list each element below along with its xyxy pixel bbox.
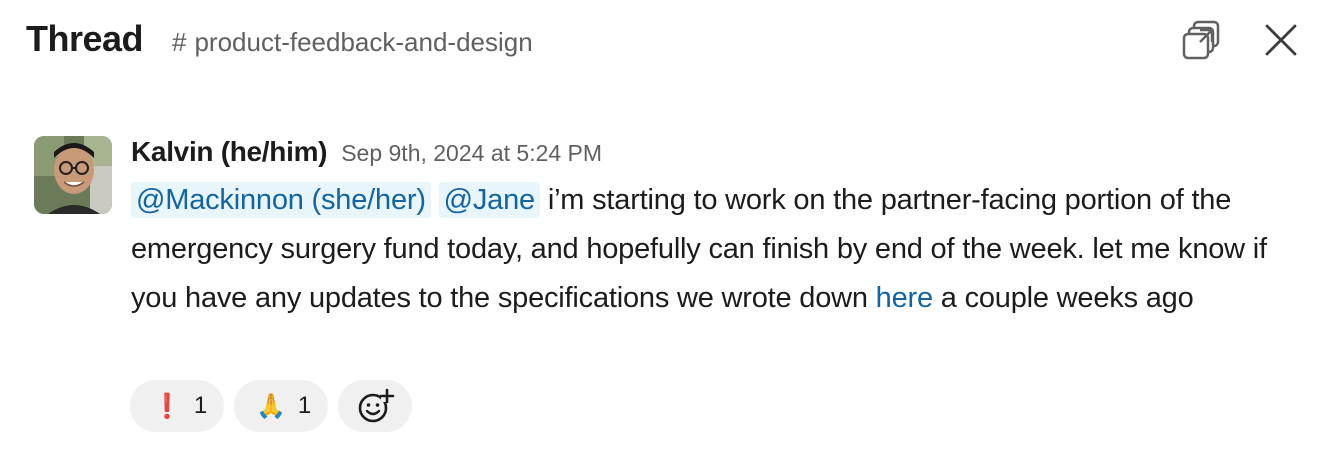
reaction-folded-hands[interactable]: 🙏 1	[234, 380, 328, 432]
exclamation-emoji-icon: ❗	[152, 392, 182, 420]
folded-hands-emoji-icon: 🙏	[256, 392, 286, 420]
thread-header: Thread # product-feedback-and-design	[0, 0, 1328, 84]
avatar-photo-icon	[34, 136, 112, 214]
avatar[interactable]	[34, 136, 112, 214]
close-icon	[1265, 24, 1297, 56]
reaction-exclamation[interactable]: ❗ 1	[130, 380, 224, 432]
channel-name: product-feedback-and-design	[194, 27, 533, 57]
message-header: Kalvin (he/him) Sep 9th, 2024 at 5:24 PM	[131, 136, 602, 168]
add-reaction-button[interactable]	[338, 380, 412, 432]
author-name[interactable]: Kalvin (he/him)	[131, 136, 328, 167]
mention-mackinnon[interactable]: @Mackinnon (she/her)	[131, 182, 431, 218]
message-link[interactable]: here	[876, 282, 933, 314]
channel-link[interactable]: # product-feedback-and-design	[172, 26, 533, 58]
popout-button[interactable]	[1178, 16, 1226, 64]
reaction-count: 1	[193, 392, 208, 419]
close-button[interactable]	[1257, 16, 1305, 64]
popout-icon	[1182, 20, 1220, 60]
channel-hash-icon: #	[172, 27, 187, 57]
thread-title: Thread	[26, 18, 144, 59]
reaction-count: 1	[297, 392, 312, 419]
mention-jane[interactable]: @Jane	[438, 182, 540, 218]
message-body: @Mackinnon (she/her) @Jane i’m starting …	[131, 176, 1311, 323]
message-timestamp[interactable]: Sep 9th, 2024 at 5:24 PM	[341, 140, 602, 166]
message-text-part-2: a couple weeks ago	[932, 282, 1194, 314]
add-reaction-icon	[358, 388, 395, 423]
reactions-bar: ❗ 1 🙏 1	[130, 380, 412, 432]
